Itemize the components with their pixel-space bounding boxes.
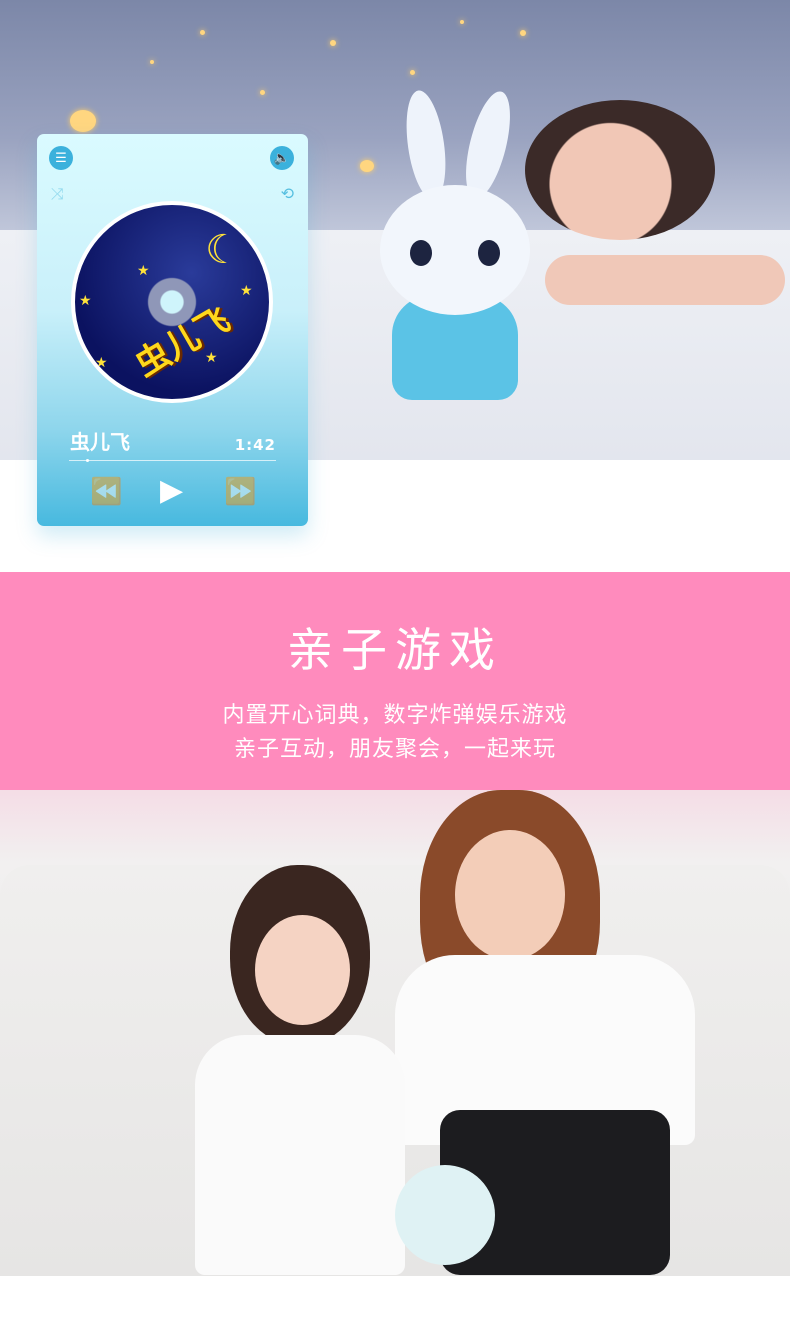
rewind-icon[interactable]: ⏪ — [90, 477, 122, 507]
play-icon[interactable]: ▶ — [160, 473, 183, 508]
bunny-toy — [380, 87, 530, 400]
progress-bar[interactable] — [69, 458, 276, 462]
fast-forward-icon[interactable]: ⏩ — [224, 477, 256, 507]
song-time: 1:42 — [234, 436, 276, 454]
feature-banner: 亲子游戏 内置开心词典，数字炸弹娱乐游戏 亲子互动，朋友聚会，一起来玩 — [0, 572, 790, 790]
menu-icon[interactable]: ☰ — [49, 146, 73, 170]
section-desc-line2: 亲子互动，朋友聚会，一起来玩 — [233, 737, 556, 762]
section-desc-line1: 内置开心词典，数字炸弹娱乐游戏 — [222, 703, 568, 728]
album-art-text: 虫儿飞 — [128, 299, 237, 386]
section-title: 亲子游戏 — [287, 623, 503, 677]
album-art-disc: ★ ★ ★ ★ ★ ☾ 虫儿飞 — [71, 201, 273, 403]
repeat-icon[interactable]: ⟲ — [281, 184, 294, 203]
music-player-card: ☰ 🔈 ⤨ ⟲ ★ ★ ★ ★ ★ ☾ 虫儿飞 虫儿飞 1:42 ⏪ ▶ ⏩ — [37, 134, 308, 526]
shuffle-icon[interactable]: ⤨ — [51, 184, 64, 204]
song-title: 虫儿飞 — [70, 430, 130, 454]
volume-icon[interactable]: 🔈 — [270, 146, 294, 170]
photo-mother-daughter-playing — [0, 790, 790, 1276]
progress-thumb[interactable] — [85, 458, 89, 462]
